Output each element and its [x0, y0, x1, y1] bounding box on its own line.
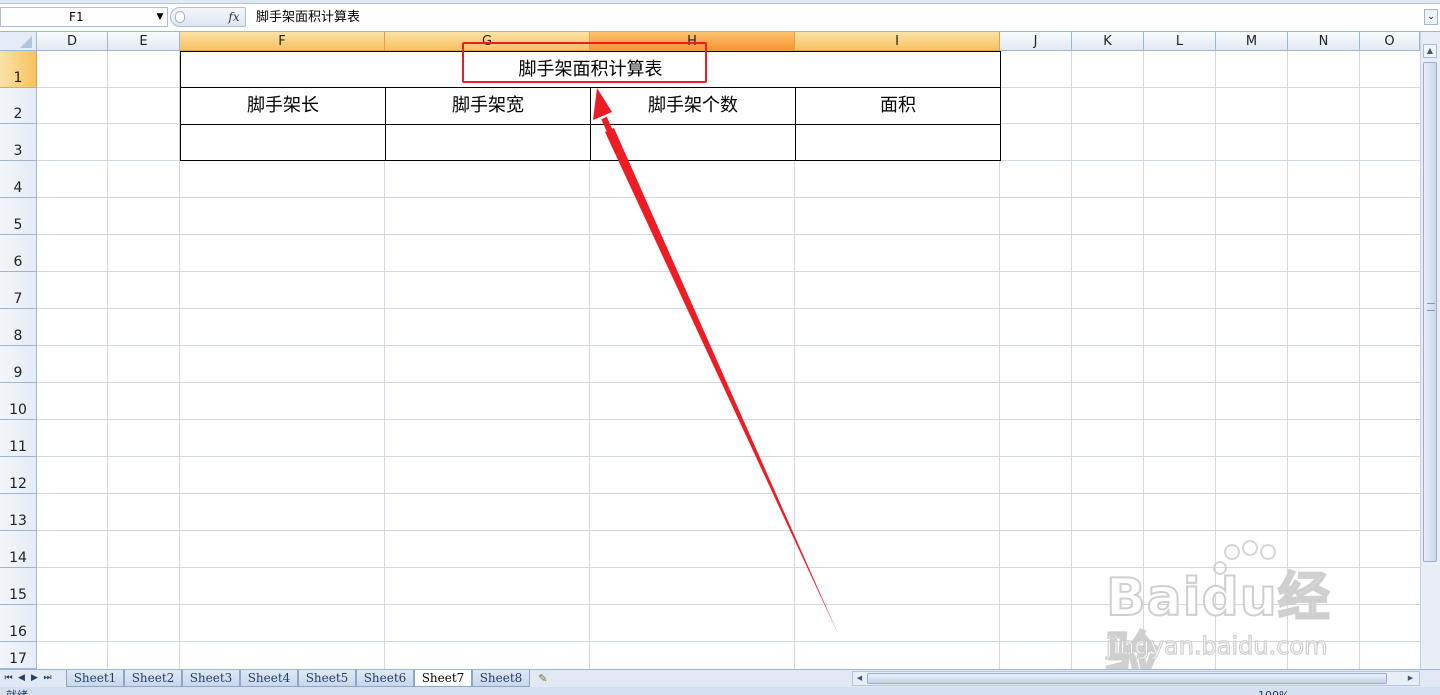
scrollbar-thumb[interactable]	[1423, 62, 1437, 562]
arrow-head	[593, 88, 612, 120]
sheet-tab-sheet8[interactable]: Sheet8	[472, 670, 530, 687]
scrollbar-thumb[interactable]	[867, 673, 1387, 684]
last-sheet-icon[interactable]: ⏭	[42, 672, 53, 685]
sheet-tab-sheet1[interactable]: Sheet1	[66, 670, 124, 687]
watermark-url: jingyan.baidu.com	[1105, 631, 1328, 660]
sheet-tab-sheet5[interactable]: Sheet5	[298, 670, 356, 687]
scroll-left-icon[interactable]: ◀	[854, 673, 865, 684]
vertical-scrollbar[interactable]: ▲	[1420, 32, 1440, 669]
insert-sheet-icon[interactable]: ✎	[532, 670, 554, 687]
sheet-tab-sheet4[interactable]: Sheet4	[240, 670, 298, 687]
status-ready: 就绪	[6, 687, 46, 695]
grip-icon	[1427, 303, 1435, 311]
scroll-up-icon[interactable]: ▲	[1423, 44, 1437, 58]
status-bar: 就绪 100%	[0, 687, 1440, 695]
next-sheet-icon[interactable]: ▶	[29, 672, 40, 685]
scroll-right-icon[interactable]: ▶	[1405, 673, 1416, 684]
prev-sheet-icon[interactable]: ◀	[16, 672, 27, 685]
sheet-tab-sheet7[interactable]: Sheet7	[414, 670, 472, 687]
watermark: Baidu经验 jingyan.baidu.com	[1100, 540, 1370, 689]
sheet-tab-bar: ⏮ ◀ ▶ ⏭ Sheet1 Sheet2 Sheet3 Sheet4 Sheet5 Sh…	[0, 669, 1440, 687]
arrow-shape	[605, 128, 839, 636]
horizontal-scrollbar[interactable]: ◀ ▶	[852, 671, 1420, 686]
sheet-tab-sheet2[interactable]: Sheet2	[124, 670, 182, 687]
sheet-tab-sheet6[interactable]: Sheet6	[356, 670, 414, 687]
watermark-logo: Baidu经验	[1105, 567, 1331, 689]
zoom-level[interactable]: 100%	[1258, 687, 1298, 695]
arrow-shaft	[601, 116, 624, 158]
first-sheet-icon[interactable]: ⏮	[3, 672, 14, 685]
sheet-tab-sheet3[interactable]: Sheet3	[182, 670, 240, 687]
